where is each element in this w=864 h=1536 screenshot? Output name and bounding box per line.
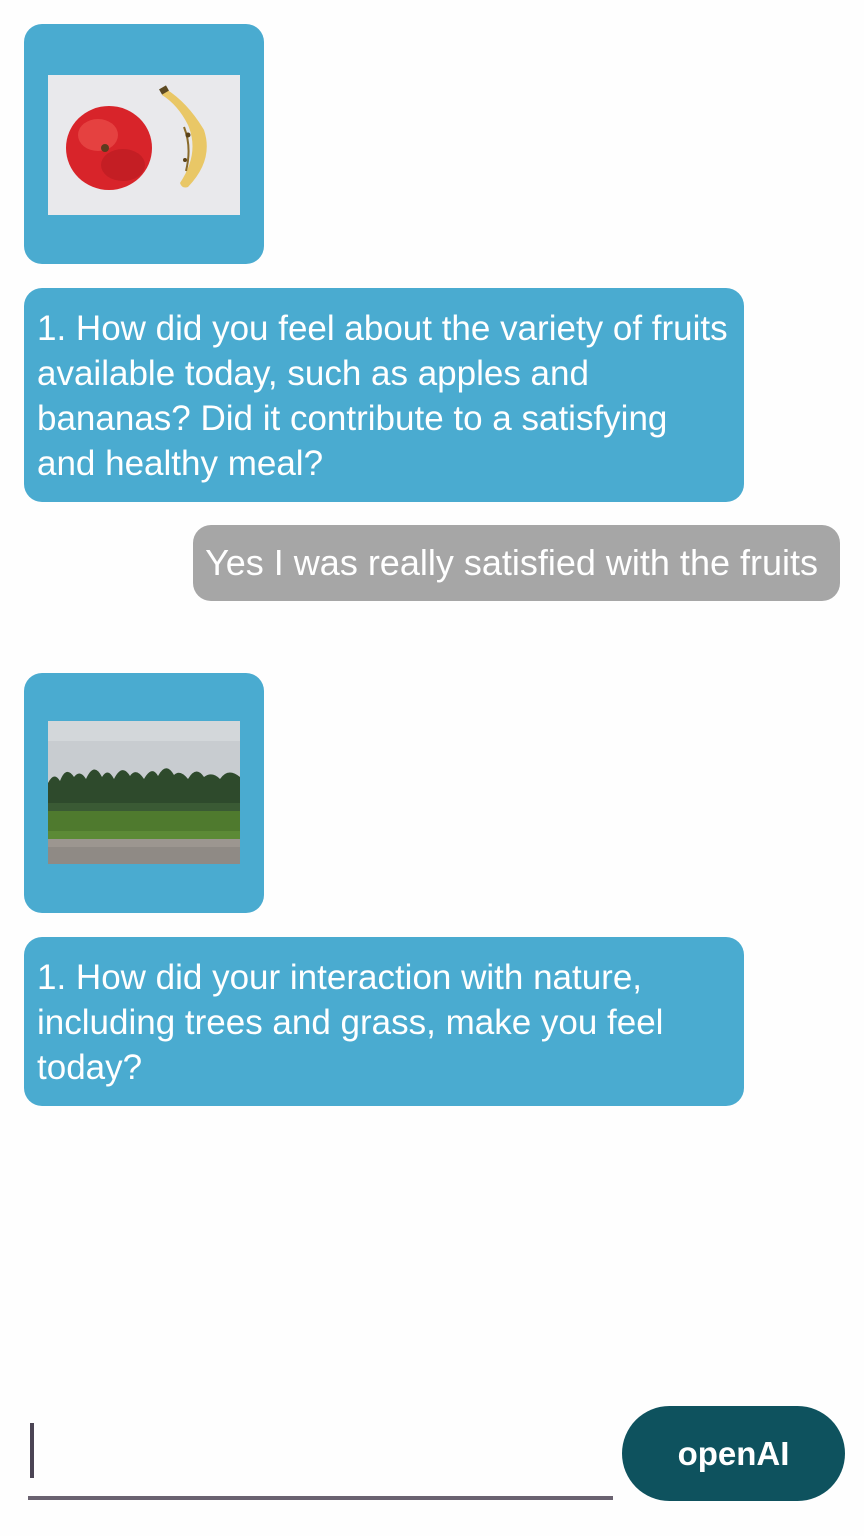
- message-input[interactable]: [28, 1420, 617, 1492]
- user-message-text: Yes I was really satisfied with the frui…: [205, 542, 818, 583]
- image-message-fruits[interactable]: [24, 24, 264, 264]
- bot-message-text: 1. How did you feel about the variety of…: [37, 309, 728, 483]
- fruit-photo: [48, 75, 240, 215]
- user-message: Yes I was really satisfied with the frui…: [193, 525, 840, 601]
- bot-message-text: 1. How did your interaction with nature,…: [37, 958, 664, 1087]
- message-input-field[interactable]: [28, 1420, 617, 1500]
- bot-message: 1. How did your interaction with nature,…: [24, 937, 744, 1106]
- input-underline: [28, 1496, 613, 1500]
- nature-photo: [48, 721, 240, 864]
- text-cursor: [30, 1423, 34, 1478]
- openai-send-button[interactable]: openAI: [622, 1406, 845, 1501]
- image-message-nature[interactable]: [24, 673, 264, 913]
- bot-message: 1. How did you feel about the variety of…: [24, 288, 744, 502]
